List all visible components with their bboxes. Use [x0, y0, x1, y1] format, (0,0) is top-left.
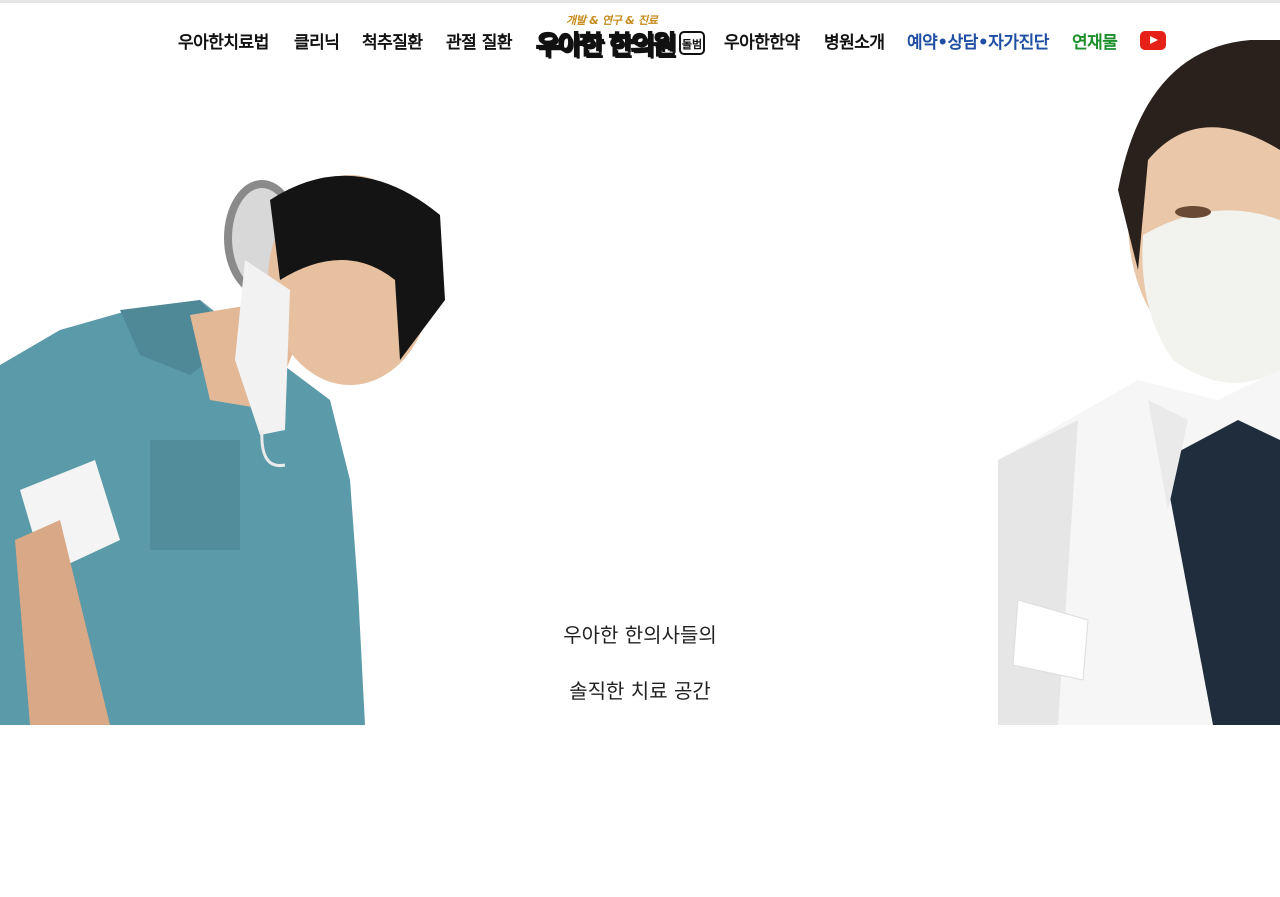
doctor-in-white-coat-photo	[998, 40, 1280, 725]
nav-item-about-hospital[interactable]: 병원소개	[824, 28, 885, 53]
nav-item-herbal-medicine[interactable]: 우아한한약	[724, 28, 800, 53]
nav-item-treatments[interactable]: 우아한치료법	[178, 28, 269, 53]
logo-title: 우아한 한의원	[535, 30, 677, 61]
nav-item-joint-diseases[interactable]: 관절 질환	[446, 28, 512, 53]
top-border	[0, 0, 1280, 3]
site-logo[interactable]: 개발 & 연구 & 진료 우아한 한의원 돌범	[535, 12, 708, 62]
logo-badge: 돌범	[679, 31, 705, 55]
hero-headline-line2: 솔직한 치료 공간	[569, 679, 711, 703]
doctor-in-scrubs-photo	[0, 175, 445, 725]
nav-item-spine-diseases[interactable]: 척추질환	[362, 28, 423, 53]
nav-item-clinic[interactable]: 클리닉	[294, 28, 340, 53]
hero-headline-line1: 우아한 한의사들의	[563, 623, 717, 647]
